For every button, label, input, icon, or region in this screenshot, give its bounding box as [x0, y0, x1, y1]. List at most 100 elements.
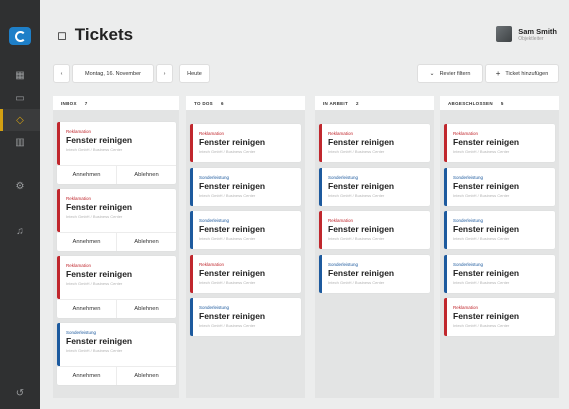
app-logo[interactable]	[9, 27, 31, 45]
card-category-bar	[57, 189, 60, 232]
ticket-card[interactable]: Reklamation Fenster reinigen Intech GmbH /…	[319, 211, 430, 249]
ticket-card[interactable]: Reklamation Fenster reinigen Intech GmbH /…	[57, 256, 176, 318]
ticket-card[interactable]: Sonderleistung Fenster reinigen Intech Gmb…	[190, 298, 301, 336]
ticket-card[interactable]: Sonderleistung Fenster reinigen Intech Gmb…	[190, 211, 301, 249]
prev-day-button[interactable]: ‹	[53, 64, 70, 83]
card-category-bar	[190, 167, 193, 206]
card-title: Fenster reinigen	[66, 336, 133, 346]
card-title: Fenster reinigen	[66, 202, 133, 212]
ticket-card[interactable]: Sonderleistung Fenster reinigen Intech Gmb…	[190, 167, 301, 206]
card-category: Reklamation	[199, 131, 225, 136]
card-category: Reklamation	[453, 131, 479, 136]
card-title: Fenster reinigen	[199, 224, 266, 234]
card-title: Fenster reinigen	[453, 224, 520, 234]
card-title: Fenster reinigen	[328, 224, 395, 234]
card-title: Fenster reinigen	[199, 267, 266, 278]
chevron-down-icon: ⌄	[429, 71, 435, 77]
ticket-card[interactable]: Reklamation Fenster reinigen Intech GmbH /…	[319, 124, 430, 162]
card-actions: Annehmen Ablehnen	[57, 299, 176, 318]
card-title: Fenster reinigen	[453, 311, 520, 321]
column-title: ABGESCHLOSSEN	[448, 100, 493, 106]
card-subtitle: Intech GmbH / Business Center	[453, 279, 510, 285]
card-subtitle: Intech GmbH / Business Center	[328, 192, 385, 198]
accept-button[interactable]: Annehmen	[57, 166, 116, 184]
column-3: ABGESCHLOSSEN 5 Reklamation Fenster reinige…	[440, 96, 559, 398]
card-subtitle: Intech GmbH / Business Center	[66, 214, 123, 219]
card-subtitle: Intech GmbH / Business Center	[328, 279, 385, 285]
card-category: Reklamation	[66, 263, 92, 268]
card-title: Fenster reinigen	[199, 137, 266, 147]
filter-district-label: Revier filtern	[439, 70, 471, 77]
reject-button[interactable]: Ablehnen	[116, 233, 176, 251]
add-ticket-button[interactable]: + Ticket hinzufügen	[485, 64, 559, 83]
avatar[interactable]	[496, 26, 513, 42]
ticket-card[interactable]: Reklamation Fenster reinigen Intech GmbH /…	[444, 298, 555, 336]
card-category: Sonderleistung	[453, 218, 484, 223]
plus-icon: +	[495, 69, 501, 78]
today-button[interactable]: Heute	[179, 64, 210, 83]
column-header: TO DOS 6	[186, 96, 305, 110]
card-title: Fenster reinigen	[199, 180, 266, 191]
card-subtitle: Intech GmbH / Business Center	[199, 192, 256, 198]
card-title: Fenster reinigen	[328, 180, 395, 191]
ticket-card[interactable]: Reklamation Fenster reinigen Intech GmbH /…	[57, 189, 176, 251]
dashboard-icon[interactable]: ▦	[0, 64, 40, 86]
user-name: Sam Smith	[518, 26, 557, 36]
ticket-card[interactable]: Sonderleistung Fenster reinigen Intech Gmb…	[444, 211, 555, 249]
reject-button[interactable]: Ablehnen	[116, 166, 176, 184]
card-subtitle: Intech GmbH / Business Center	[199, 323, 256, 328]
ticket-card[interactable]: Sonderleistung Fenster reinigen Intech Gmb…	[319, 254, 430, 293]
page-title: ◇ Tickets	[52, 25, 133, 45]
column-count: 2	[356, 100, 359, 106]
user-role: Objektleiter	[518, 35, 544, 42]
card-category: Reklamation	[328, 131, 354, 136]
reject-button[interactable]: Ablehnen	[116, 367, 176, 385]
reports-icon[interactable]: ▥	[0, 131, 40, 153]
notifications-icon[interactable]: ♫	[0, 220, 40, 242]
reject-button[interactable]: Ablehnen	[116, 300, 176, 318]
accept-button[interactable]: Annehmen	[57, 233, 116, 251]
card-subtitle: Intech GmbH / Business Center	[66, 281, 123, 286]
card-category-bar	[444, 211, 447, 249]
card-subtitle: Intech GmbH / Business Center	[328, 236, 385, 241]
add-ticket-label: Ticket hinzufügen	[505, 70, 549, 77]
user-profile[interactable]: Sam Smith Objektleiter	[496, 26, 557, 42]
ticket-card[interactable]: Reklamation Fenster reinigen Intech GmbH /…	[190, 254, 301, 293]
card-category-bar	[190, 211, 193, 249]
column-header: IN ARBEIT 2	[315, 96, 434, 110]
card-category: Reklamation	[66, 129, 92, 134]
ticket-card[interactable]: Reklamation Fenster reinigen Intech GmbH /…	[444, 124, 555, 162]
ticket-card[interactable]: Sonderleistung Fenster reinigen Intech Gmb…	[57, 323, 176, 385]
ticket-card[interactable]: Sonderleistung Fenster reinigen Intech Gmb…	[319, 167, 430, 206]
card-category: Sonderleistung	[453, 261, 484, 267]
calendar-icon[interactable]: ▭	[0, 87, 40, 109]
column-2: IN ARBEIT 2 Reklamation Fenster reinigen Int…	[315, 96, 434, 398]
sidebar: ▦ ▭ ◇ ▥ ⚙ ♫ ↺	[0, 0, 40, 409]
card-category: Sonderleistung	[328, 174, 359, 180]
card-subtitle: Intech GmbH / Business Center	[66, 348, 123, 353]
ticket-card[interactable]: Sonderleistung Fenster reinigen Intech Gmb…	[444, 254, 555, 293]
ticket-card[interactable]: Reklamation Fenster reinigen Intech GmbH /…	[57, 122, 176, 184]
settings-icon[interactable]: ⚙	[0, 175, 40, 197]
card-subtitle: Intech GmbH / Business Center	[199, 236, 256, 241]
column-count: 7	[84, 100, 88, 106]
header: ◇ Tickets Sam Smith Objektleiter	[40, 0, 569, 62]
card-actions: Annehmen Ablehnen	[57, 232, 176, 251]
card-title: Fenster reinigen	[328, 137, 395, 147]
card-category-bar	[444, 167, 447, 206]
accept-button[interactable]: Annehmen	[57, 300, 116, 318]
filter-district-button[interactable]: ⌄ Revier filtern	[417, 64, 483, 83]
card-category-bar	[319, 167, 322, 206]
next-day-button[interactable]: ›	[156, 64, 173, 83]
card-category: Reklamation	[66, 196, 92, 201]
accept-button[interactable]: Annehmen	[57, 367, 116, 385]
card-title: Fenster reinigen	[66, 269, 133, 279]
date-picker[interactable]: Montag, 16. November	[72, 64, 154, 83]
ticket-card[interactable]: Sonderleistung Fenster reinigen Intech Gmb…	[444, 167, 555, 206]
ticket-card[interactable]: Reklamation Fenster reinigen Intech GmbH /…	[190, 124, 301, 162]
card-subtitle: Intech GmbH / Business Center	[453, 149, 510, 154]
card-category-bar	[444, 254, 447, 293]
card-category-bar	[444, 124, 447, 162]
tickets-icon[interactable]: ◇	[0, 109, 40, 131]
logout-icon[interactable]: ↺	[0, 382, 40, 404]
